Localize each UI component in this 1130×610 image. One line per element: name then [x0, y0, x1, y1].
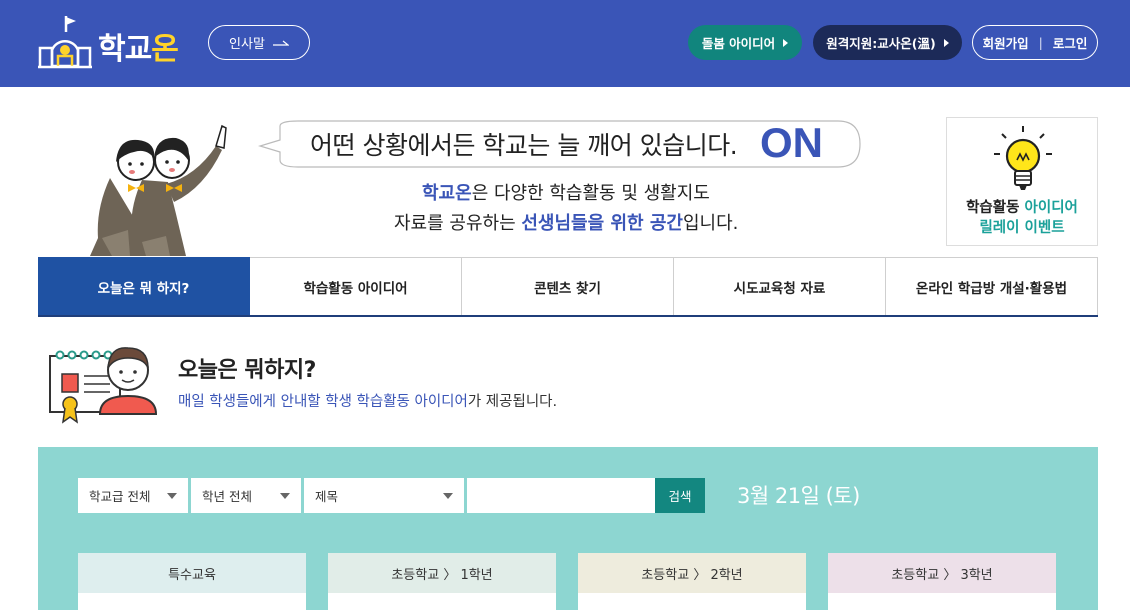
chevron-down-icon: [443, 493, 453, 499]
category-card-title: 특수교육: [78, 553, 306, 593]
tab-learning-ideas[interactable]: 학습활동 아이디어: [250, 257, 462, 315]
hero-description-line2: 자료를 공유하는 선생님들을 위한 공간입니다.: [394, 213, 739, 234]
caret-right-icon: [783, 38, 789, 47]
search-field-value: 제목: [315, 489, 339, 504]
grade-select[interactable]: 학년 전체: [191, 478, 301, 513]
search-field-select[interactable]: 제목: [304, 478, 464, 513]
category-card[interactable]: 초등학교 〉 1학년: [328, 553, 556, 610]
section-subtitle: 매일 학생들에게 안내할 학생 학습활동 아이디어가 제공됩니다.: [178, 394, 558, 410]
school-logo-icon: [38, 16, 92, 69]
current-date: 3월 21일 (토): [737, 484, 860, 508]
hero-headline: 어떤 상황에서든 학교는 늘 깨어 있습니다.: [310, 131, 738, 160]
site-header: 학교온 인사말 돌봄 아이디어 원격지원:교사온(溫) 회원가입 | 로그인: [0, 0, 1130, 87]
greeting-label: 인사말: [229, 37, 265, 52]
relay-event-banner[interactable]: 학습활동 아이디어 릴레이 이벤트: [946, 117, 1098, 246]
category-card-title: 초등학교 〉 3학년: [828, 553, 1056, 593]
grade-value: 학년 전체: [202, 489, 252, 504]
tab-find-contents[interactable]: 콘텐츠 찾기: [462, 257, 674, 315]
category-card[interactable]: 초등학교 〉 2학년: [578, 553, 806, 610]
remote-support-label: 원격지원:교사온(溫): [826, 36, 936, 51]
category-card[interactable]: 특수교육: [78, 553, 306, 610]
main-tabs: 오늘은 뭐 하지? 학습활동 아이디어 콘텐츠 찾기 시도교육청 자료 온라인 …: [38, 257, 1098, 317]
event-title: 학습활동 아이디어: [966, 200, 1078, 216]
account-links: 회원가입 | 로그인: [972, 25, 1098, 60]
caret-right-icon: [943, 38, 949, 47]
category-card-title: 초등학교 〉 1학년: [328, 553, 556, 593]
students-illustration: [90, 124, 227, 256]
remote-support-button[interactable]: 원격지원:교사온(溫): [813, 25, 962, 60]
school-level-select[interactable]: 학교급 전체: [78, 478, 188, 513]
hero-on-accent: ON: [760, 119, 823, 166]
chevron-down-icon: [167, 493, 177, 499]
care-ideas-label: 돌봄 아이디어: [701, 36, 776, 51]
login-link[interactable]: 로그인: [1053, 33, 1088, 52]
logo[interactable]: 학교온: [36, 14, 196, 70]
hero-description-line1: 학교온은 다양한 학습활동 및 생활지도: [422, 183, 710, 204]
event-subtitle: 릴레이 이벤트: [979, 220, 1065, 236]
tab-today[interactable]: 오늘은 뭐 하지?: [38, 257, 250, 315]
signup-link[interactable]: 회원가입: [983, 33, 1029, 52]
teacher-board-icon: [49, 347, 158, 424]
school-level-value: 학교급 전체: [89, 489, 151, 504]
greeting-button[interactable]: 인사말: [208, 25, 310, 60]
tab-education-office[interactable]: 시도교육청 자료: [674, 257, 886, 315]
category-card[interactable]: 초등학교 〉 3학년: [828, 553, 1056, 610]
section-title: 오늘은 뭐하지?: [178, 358, 316, 383]
chevron-down-icon: [280, 493, 290, 499]
search-input[interactable]: [467, 478, 655, 513]
care-ideas-button[interactable]: 돌봄 아이디어: [688, 25, 802, 60]
tab-online-classroom[interactable]: 온라인 학급방 개설·활용법: [886, 257, 1098, 315]
logo-text: 학교온: [98, 32, 179, 67]
separator: |: [1038, 35, 1043, 50]
lightbulb-icon: [994, 126, 1052, 190]
category-card-title: 초등학교 〉 2학년: [578, 553, 806, 593]
arrow-right-icon: [272, 40, 289, 46]
search-button[interactable]: 검색: [655, 478, 705, 513]
